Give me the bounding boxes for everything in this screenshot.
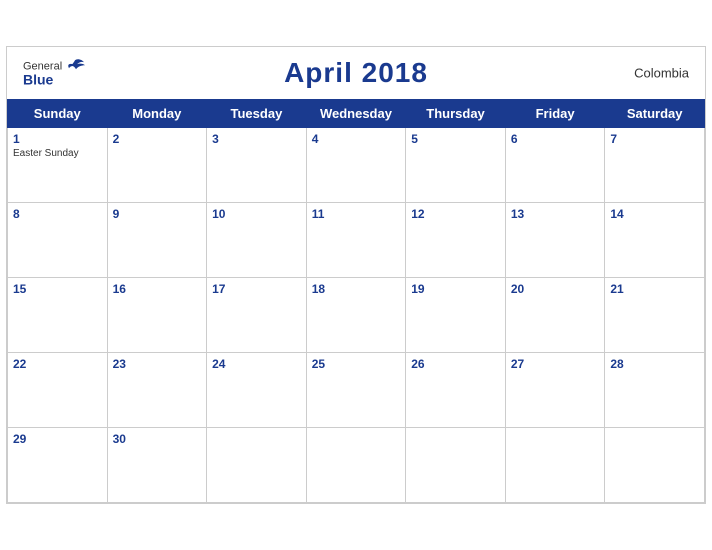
calendar-day-cell [505, 428, 605, 503]
day-number: 17 [212, 282, 301, 296]
day-number: 10 [212, 207, 301, 221]
calendar-day-cell: 24 [207, 353, 307, 428]
day-number: 27 [511, 357, 600, 371]
calendar-day-cell: 29 [8, 428, 108, 503]
calendar-day-cell: 19 [406, 278, 506, 353]
calendar-week-row: 15 16 17 18 19 20 21 [8, 278, 705, 353]
calendar-day-cell [406, 428, 506, 503]
calendar-day-cell [605, 428, 705, 503]
calendar-day-cell: 23 [107, 353, 207, 428]
calendar-day-cell: 2 [107, 128, 207, 203]
calendar-day-cell [306, 428, 406, 503]
day-number: 9 [113, 207, 202, 221]
calendar-day-cell: 10 [207, 203, 307, 278]
calendar-day-cell: 28 [605, 353, 705, 428]
calendar-day-cell: 18 [306, 278, 406, 353]
day-number: 3 [212, 132, 301, 146]
calendar-day-cell: 8 [8, 203, 108, 278]
day-number: 28 [610, 357, 699, 371]
calendar-day-cell: 20 [505, 278, 605, 353]
day-number: 8 [13, 207, 102, 221]
calendar-day-cell: 3 [207, 128, 307, 203]
calendar-day-cell: 15 [8, 278, 108, 353]
header-sunday: Sunday [8, 100, 108, 128]
calendar-day-cell: 14 [605, 203, 705, 278]
header-thursday: Thursday [406, 100, 506, 128]
calendar-title: April 2018 [284, 57, 428, 89]
calendar-day-cell: 5 [406, 128, 506, 203]
calendar-day-cell: 26 [406, 353, 506, 428]
header-saturday: Saturday [605, 100, 705, 128]
calendar-table: Sunday Monday Tuesday Wednesday Thursday… [7, 99, 705, 503]
day-number: 19 [411, 282, 500, 296]
calendar-week-row: 29 30 [8, 428, 705, 503]
calendar-day-cell: 6 [505, 128, 605, 203]
day-number: 2 [113, 132, 202, 146]
calendar-day-cell: 27 [505, 353, 605, 428]
day-number: 6 [511, 132, 600, 146]
calendar-week-row: 89 10 11 12 13 14 [8, 203, 705, 278]
day-number: 13 [511, 207, 600, 221]
day-number: 20 [511, 282, 600, 296]
day-number: 21 [610, 282, 699, 296]
calendar-day-cell [207, 428, 307, 503]
day-number: 1 [13, 132, 102, 146]
day-number: 18 [312, 282, 401, 296]
calendar-day-cell: 7 [605, 128, 705, 203]
day-number: 29 [13, 432, 102, 446]
day-number: 12 [411, 207, 500, 221]
calendar-body: 1Easter Sunday23456789101112131415161718… [8, 128, 705, 503]
country-label: Colombia [634, 66, 689, 81]
header-tuesday: Tuesday [207, 100, 307, 128]
day-number: 30 [113, 432, 202, 446]
calendar-day-cell: 4 [306, 128, 406, 203]
calendar-day-cell: 25 [306, 353, 406, 428]
day-number: 14 [610, 207, 699, 221]
calendar-day-cell: 22 [8, 353, 108, 428]
calendar-day-cell: 17 [207, 278, 307, 353]
weekday-header-row: Sunday Monday Tuesday Wednesday Thursday… [8, 100, 705, 128]
day-number: 25 [312, 357, 401, 371]
calendar-day-cell: 21 [605, 278, 705, 353]
calendar-header: General Blue April 2018 Colombia [7, 47, 705, 99]
day-number: 5 [411, 132, 500, 146]
day-number: 23 [113, 357, 202, 371]
calendar-day-cell: 9 [107, 203, 207, 278]
header-wednesday: Wednesday [306, 100, 406, 128]
logo-blue-text: Blue [23, 72, 53, 87]
day-number: 26 [411, 357, 500, 371]
day-number: 22 [13, 357, 102, 371]
logo-area: General Blue [23, 58, 86, 87]
day-number: 11 [312, 207, 401, 221]
day-number: 4 [312, 132, 401, 146]
header-friday: Friday [505, 100, 605, 128]
calendar-day-cell: 30 [107, 428, 207, 503]
header-monday: Monday [107, 100, 207, 128]
day-number: 7 [610, 132, 699, 146]
logo-bird-icon [64, 58, 86, 74]
day-number: 15 [13, 282, 102, 296]
calendar-day-cell: 11 [306, 203, 406, 278]
calendar-container: General Blue April 2018 Colombia Sunday … [6, 46, 706, 504]
day-event: Easter Sunday [13, 148, 102, 159]
day-number: 16 [113, 282, 202, 296]
calendar-week-row: 1 Easter Sunday 234567 [8, 128, 705, 203]
day-number: 24 [212, 357, 301, 371]
calendar-day-cell: 1 Easter Sunday [8, 128, 108, 203]
calendar-day-cell: 12 [406, 203, 506, 278]
calendar-week-row: 22 23 24 25 26 27 28 [8, 353, 705, 428]
calendar-day-cell: 16 [107, 278, 207, 353]
calendar-day-cell: 13 [505, 203, 605, 278]
